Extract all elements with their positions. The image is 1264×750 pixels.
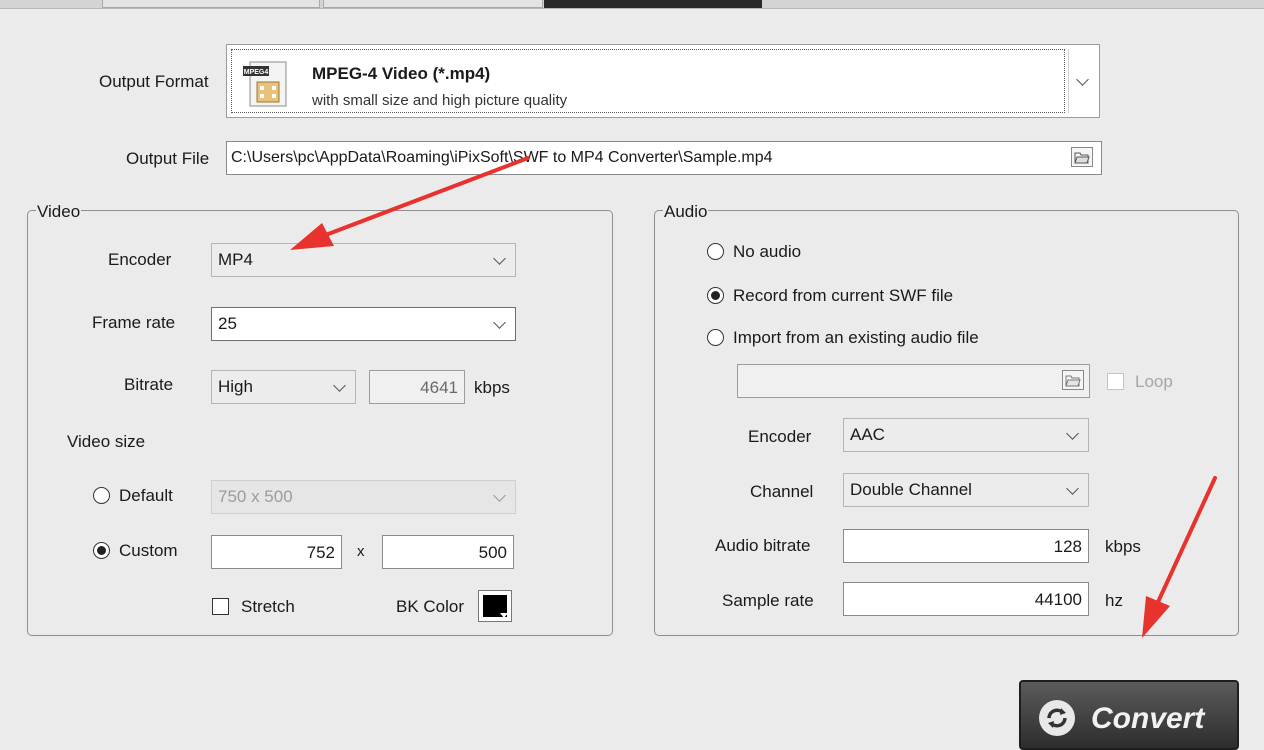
annotation-arrows <box>290 156 1217 638</box>
annotation-arrowhead-convert <box>1142 596 1170 638</box>
annotation-arrowhead-encoder <box>290 223 334 250</box>
annotation-arrow-convert <box>1156 476 1217 604</box>
annotation-arrow-encoder <box>321 156 530 238</box>
